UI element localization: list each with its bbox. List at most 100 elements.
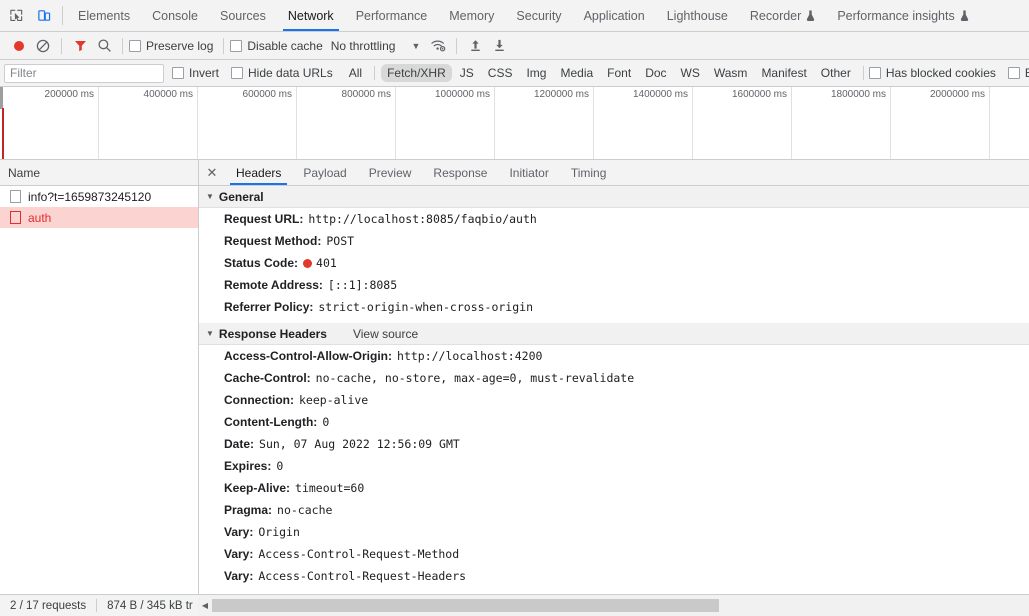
overview-tick-label: 800000 ms <box>341 89 391 100</box>
table-row[interactable]: info?t=1659873245120 <box>0 186 198 207</box>
export-har-icon[interactable] <box>487 34 511 58</box>
overview-tick: 1400000 ms <box>594 87 693 159</box>
header-key: Cache-Control: <box>224 370 311 385</box>
record-button-icon[interactable] <box>7 34 31 58</box>
tab-headers[interactable]: Headers <box>225 160 292 185</box>
tab-memory[interactable]: Memory <box>438 0 505 31</box>
overview-tick-label: 1800000 ms <box>830 89 886 100</box>
tab-label: Application <box>583 8 645 23</box>
tab-console[interactable]: Console <box>141 0 209 31</box>
overview-tick: 200000 ms <box>0 87 99 159</box>
header-value: 0 <box>322 414 330 429</box>
overview-tick: 1600000 ms <box>693 87 792 159</box>
has-blocked-cookies-checkbox[interactable]: Has blocked cookies <box>868 66 996 80</box>
throttling-dropdown[interactable]: No throttling ▼ <box>331 39 421 53</box>
filter-type-manifest[interactable]: Manifest <box>755 64 812 82</box>
filter-type-label: Font <box>607 66 632 80</box>
overview-tick-label: 1600000 ms <box>731 89 787 100</box>
close-icon[interactable]: ✕ <box>199 160 225 185</box>
tab-payload[interactable]: Payload <box>292 160 357 185</box>
toolbar-divider <box>122 37 123 54</box>
header-value: POST <box>326 233 355 248</box>
overview-tick: 1800000 ms <box>792 87 891 159</box>
overview-tick-label: 400000 ms <box>143 89 193 100</box>
network-status-bar: 2 / 17 requests 874 B / 345 kB tr ◀ <box>0 594 1029 616</box>
filter-type-js[interactable]: JS <box>454 64 480 82</box>
clear-button-icon[interactable] <box>31 34 55 58</box>
header-row: Vary: Access-Control-Request-Headers <box>199 565 1029 587</box>
hide-data-urls-checkbox[interactable]: Hide data URLs <box>231 66 333 80</box>
filter-type-ws[interactable]: WS <box>675 64 706 82</box>
scroll-left-arrow-icon[interactable]: ◀ <box>198 601 212 610</box>
tab-network[interactable]: Network <box>277 0 345 31</box>
filter-type-img[interactable]: Img <box>520 64 552 82</box>
tab-timing[interactable]: Timing <box>560 160 618 185</box>
filter-divider <box>374 66 376 80</box>
filter-type-wasm[interactable]: Wasm <box>708 64 754 82</box>
tab-elements[interactable]: Elements <box>67 0 141 31</box>
header-value: http://localhost:4200 <box>397 348 543 363</box>
filter-funnel-icon[interactable] <box>68 34 92 58</box>
header-value: [::1]:8085 <box>327 277 398 292</box>
wifi-settings-icon[interactable] <box>426 34 450 58</box>
network-timeline-overview[interactable]: 200000 ms 400000 ms 600000 ms 800000 ms … <box>0 87 1029 160</box>
device-toolbar-icon[interactable] <box>30 0 58 31</box>
header-key: Keep-Alive: <box>224 480 291 495</box>
detail-tab-bar: ✕ Headers Payload Preview Response Initi… <box>199 160 1029 186</box>
experiment-flask-icon <box>806 10 815 21</box>
filter-type-label: All <box>348 66 363 80</box>
network-filter-bar: Invert Hide data URLs All Fetch/XHR JS C… <box>0 60 1029 87</box>
detail-tab-label: Initiator <box>509 165 549 180</box>
scrollbar-track[interactable] <box>212 599 1029 612</box>
tab-performance[interactable]: Performance <box>345 0 439 31</box>
filter-type-css[interactable]: CSS <box>482 64 519 82</box>
invert-checkbox[interactable]: Invert <box>172 66 219 80</box>
overview-tick-label: 1400000 ms <box>632 89 688 100</box>
filter-type-doc[interactable]: Doc <box>639 64 672 82</box>
header-value: Origin <box>258 524 300 539</box>
experiment-flask-icon <box>960 10 969 21</box>
status-bar-summary: 2 / 17 requests 874 B / 345 kB tr <box>0 599 198 612</box>
tab-initiator[interactable]: Initiator <box>498 160 559 185</box>
requests-count-text: 2 / 17 requests <box>10 599 87 612</box>
header-key: Expires: <box>224 458 272 473</box>
import-har-icon[interactable] <box>463 34 487 58</box>
tab-sources[interactable]: Sources <box>209 0 277 31</box>
tab-security[interactable]: Security <box>505 0 572 31</box>
document-icon <box>10 211 21 224</box>
table-row[interactable]: auth <box>0 207 198 228</box>
tab-response[interactable]: Response <box>422 160 498 185</box>
filter-type-fetch-xhr[interactable]: Fetch/XHR <box>381 64 452 82</box>
overview-tick: 600000 ms <box>198 87 297 159</box>
scrollbar-thumb[interactable] <box>212 599 719 612</box>
response-headers-section-header[interactable]: ▼ Response Headers View source <box>199 323 1029 345</box>
tab-label: Memory <box>449 8 495 23</box>
document-icon <box>10 190 21 203</box>
header-value: 0 <box>276 458 284 473</box>
disable-cache-checkbox[interactable]: Disable cache <box>230 39 323 53</box>
filter-input[interactable] <box>4 63 164 83</box>
general-section-header[interactable]: ▼ General <box>199 186 1029 208</box>
filter-type-other[interactable]: Other <box>815 64 857 82</box>
filter-type-media[interactable]: Media <box>554 64 599 82</box>
filter-type-label: Other <box>820 66 851 80</box>
tabbar-divider <box>62 6 63 25</box>
detail-tab-label: Payload <box>303 165 347 180</box>
filter-type-all[interactable]: All <box>343 64 368 82</box>
request-list-header[interactable]: Name <box>0 160 198 186</box>
search-icon[interactable] <box>92 34 116 58</box>
tab-recorder[interactable]: Recorder <box>739 0 826 31</box>
header-row: Date: Sun, 07 Aug 2022 12:56:09 GMT <box>199 433 1029 455</box>
tab-preview[interactable]: Preview <box>358 160 423 185</box>
view-source-button[interactable]: View source <box>353 327 418 341</box>
invert-label: Invert <box>189 66 220 80</box>
tab-lighthouse[interactable]: Lighthouse <box>656 0 739 31</box>
horizontal-scrollbar[interactable]: ◀ <box>198 595 1029 616</box>
blocked-requests-checkbox[interactable]: Blocked Reque <box>1007 66 1029 80</box>
filter-type-font[interactable]: Font <box>601 64 637 82</box>
tab-performance-insights[interactable]: Performance insights <box>826 0 979 31</box>
filter-type-label: Manifest <box>761 66 807 80</box>
preserve-log-checkbox[interactable]: Preserve log <box>129 39 213 53</box>
tab-application[interactable]: Application <box>573 0 656 31</box>
inspect-cursor-icon[interactable] <box>2 0 30 31</box>
